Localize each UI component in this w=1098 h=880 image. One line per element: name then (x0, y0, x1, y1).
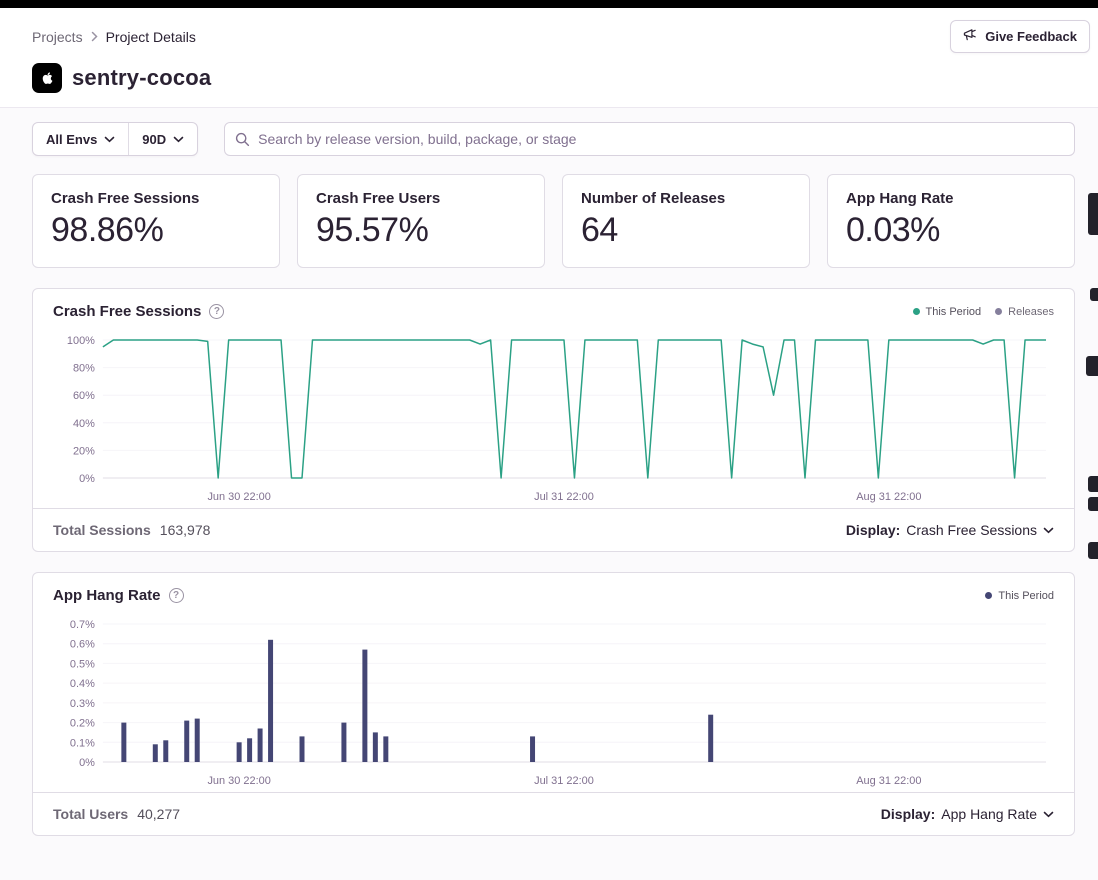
svg-text:0.1%: 0.1% (70, 737, 95, 749)
svg-text:100%: 100% (67, 335, 95, 347)
page-header: Projects Project Details Give Feedback s… (0, 8, 1098, 108)
stat-label: Number of Releases (581, 190, 791, 207)
legend-dot (995, 308, 1002, 315)
date-range-dropdown-label: 90D (142, 132, 166, 147)
svg-text:Jul 31 22:00: Jul 31 22:00 (534, 491, 594, 503)
svg-text:0.4%: 0.4% (70, 678, 95, 690)
apple-platform-icon (32, 63, 62, 93)
svg-text:0.5%: 0.5% (70, 658, 95, 670)
chevron-down-icon (1043, 811, 1054, 818)
stat-card-crash-free-sessions: Crash Free Sessions 98.86% (32, 174, 280, 268)
svg-text:Jun 30 22:00: Jun 30 22:00 (207, 491, 270, 503)
stat-value: 0.03% (846, 211, 1056, 250)
panel-title: App Hang Rate (53, 587, 161, 604)
top-black-bar (0, 0, 1098, 8)
legend-dot (913, 308, 920, 315)
main-content: All Envs 90D Crash Free Sessions 98.86% … (0, 108, 1098, 836)
total-sessions-label: Total Sessions (53, 522, 151, 538)
megaphone-icon (963, 28, 978, 45)
date-range-dropdown[interactable]: 90D (128, 123, 197, 155)
environment-dropdown[interactable]: All Envs (33, 123, 128, 155)
svg-text:40%: 40% (73, 418, 95, 430)
stat-card-number-of-releases: Number of Releases 64 (562, 174, 810, 268)
legend-dot (985, 592, 992, 599)
cutoff-right-content (1088, 476, 1098, 492)
help-icon[interactable]: ? (209, 304, 224, 319)
chevron-down-icon (173, 136, 184, 143)
svg-text:0%: 0% (79, 473, 95, 485)
chart-legend: This Period Releases (913, 306, 1055, 318)
svg-text:20%: 20% (73, 445, 95, 457)
app-hang-rate-panel: App Hang Rate ? This Period 0% 0.1% 0.2% 0.… (32, 572, 1075, 836)
legend-this-period[interactable]: This Period (913, 306, 982, 318)
svg-text:Jul 31 22:00: Jul 31 22:00 (534, 775, 594, 787)
chevron-down-icon (1043, 527, 1054, 534)
app-hang-rate-chart[interactable]: 0% 0.1% 0.2% 0.3% 0.4% 0.5% 0.6% 0.7% Jun 30 22:… (53, 614, 1054, 792)
stat-label: Crash Free Users (316, 190, 526, 207)
svg-text:0.3%: 0.3% (70, 698, 95, 710)
environment-dropdown-label: All Envs (46, 132, 97, 147)
filter-row: All Envs 90D (32, 122, 1075, 156)
svg-text:0.7%: 0.7% (70, 619, 95, 631)
chevron-right-icon (91, 31, 98, 42)
total-sessions-value: 163,978 (160, 522, 211, 538)
breadcrumb-projects-link[interactable]: Projects (32, 29, 83, 45)
breadcrumb-current: Project Details (106, 29, 196, 45)
page-title: sentry-cocoa (72, 65, 211, 91)
stat-label: Crash Free Sessions (51, 190, 261, 207)
stats-row: Crash Free Sessions 98.86% Crash Free Us… (32, 174, 1075, 268)
crash-free-sessions-panel: Crash Free Sessions ? This Period Releas… (32, 288, 1075, 552)
svg-text:Aug 31 22:00: Aug 31 22:00 (856, 491, 921, 503)
svg-text:0%: 0% (79, 757, 95, 769)
cutoff-right-content (1086, 356, 1098, 376)
panel-title: Crash Free Sessions (53, 303, 201, 320)
svg-text:60%: 60% (73, 390, 95, 402)
total-users-label: Total Users (53, 806, 128, 822)
legend-this-period[interactable]: This Period (985, 590, 1054, 602)
help-icon[interactable]: ? (169, 588, 184, 603)
search-icon (235, 132, 250, 147)
svg-text:0.2%: 0.2% (70, 718, 95, 730)
stat-label: App Hang Rate (846, 190, 1056, 207)
breadcrumb: Projects Project Details (32, 29, 196, 45)
release-search-box[interactable] (224, 122, 1075, 156)
crash-free-sessions-chart[interactable]: 0% 20% 40% 60% 80% 100% Jun 30 22:00 Jul 31 22:… (53, 330, 1054, 508)
svg-text:Aug 31 22:00: Aug 31 22:00 (856, 775, 921, 787)
total-users-value: 40,277 (137, 806, 180, 822)
display-select[interactable]: Display: App Hang Rate (881, 806, 1054, 822)
svg-text:80%: 80% (73, 363, 95, 375)
release-search-input[interactable] (258, 131, 1064, 147)
give-feedback-button[interactable]: Give Feedback (950, 20, 1090, 53)
stat-value: 95.57% (316, 211, 526, 250)
stat-value: 98.86% (51, 211, 261, 250)
display-select[interactable]: Display: Crash Free Sessions (846, 522, 1054, 538)
filter-button-group: All Envs 90D (32, 122, 198, 156)
chevron-down-icon (104, 136, 115, 143)
svg-text:0.6%: 0.6% (70, 639, 95, 651)
cutoff-right-content (1088, 193, 1098, 235)
chart-legend: This Period (985, 590, 1054, 602)
cutoff-right-content (1088, 497, 1098, 511)
cutoff-right-content (1090, 288, 1098, 301)
svg-text:Jun 30 22:00: Jun 30 22:00 (207, 775, 270, 787)
stat-card-crash-free-users: Crash Free Users 95.57% (297, 174, 545, 268)
give-feedback-label: Give Feedback (985, 29, 1077, 44)
legend-releases[interactable]: Releases (995, 306, 1054, 318)
cutoff-right-content (1088, 542, 1098, 559)
stat-card-app-hang-rate: App Hang Rate 0.03% (827, 174, 1075, 268)
stat-value: 64 (581, 211, 791, 250)
